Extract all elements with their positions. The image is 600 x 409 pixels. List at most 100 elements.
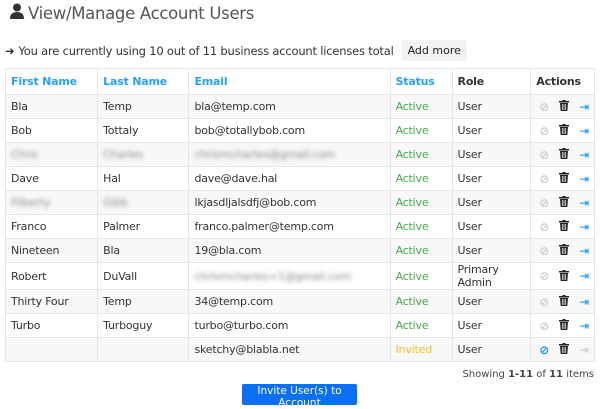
first-name-cell: Dave [4, 166, 99, 191]
invite-users-button[interactable]: Invite User(s) to Account [242, 384, 357, 409]
title-text: View/Manage Account Users [28, 3, 255, 23]
actions-cell: ⊘ ⇥ [530, 214, 595, 239]
status-badge: Active [389, 262, 453, 290]
trash-icon[interactable] [559, 244, 570, 257]
trash-icon[interactable] [559, 124, 570, 137]
disable-icon[interactable]: ⊘ [539, 270, 549, 282]
table-row: Dave Hal dave@dave.hal Active User ⊘ ⇥ [4, 166, 595, 191]
first-name-cell: Turbo [4, 313, 99, 338]
login-as-icon[interactable]: ⇥ [579, 344, 589, 356]
role-cell: User [451, 190, 532, 215]
actions-cell: ⊘ ⇥ [530, 166, 595, 191]
email-cell: franco.palmer@temp.com [188, 214, 391, 239]
first-name-cell: Thirty Four [4, 289, 99, 314]
first-name-cell: Bla [4, 94, 99, 119]
trash-icon[interactable] [559, 220, 570, 233]
table-row: Thirty Four Temp 34@temp.com Active User ⊘ ⇥ [4, 289, 595, 314]
login-as-icon[interactable]: ⇥ [579, 101, 589, 113]
email-cell: dave@dave.hal [188, 166, 391, 191]
status-badge: Active [389, 313, 453, 338]
login-as-icon[interactable]: ⇥ [579, 296, 589, 308]
disable-icon[interactable]: ⊘ [539, 173, 549, 185]
disable-icon[interactable]: ⊘ [539, 296, 549, 308]
login-as-icon[interactable]: ⇥ [579, 173, 589, 185]
table-row: Filberty Gibb lkjasdljalsdfj@bob.com Active… [4, 190, 595, 215]
last-name-cell: Temp [97, 94, 190, 119]
table-row: sketchy@blabla.net Invited User ⊘ ⇥ [4, 337, 595, 362]
col-actions: Actions [530, 68, 595, 95]
status-badge: Active [389, 166, 453, 191]
first-name-cell [4, 337, 99, 362]
last-name-cell: Temp [97, 289, 190, 314]
status-badge: Active [389, 94, 453, 119]
trash-icon[interactable] [559, 196, 570, 209]
login-as-icon[interactable]: ⇥ [579, 320, 589, 332]
email-cell: lkjasdljalsdfj@bob.com [188, 190, 391, 215]
col-last-name[interactable]: Last Name [97, 68, 190, 95]
first-name-cell: Bob [4, 118, 99, 143]
last-name-cell: Turboguy [97, 313, 190, 338]
trash-icon[interactable] [559, 100, 570, 113]
login-as-icon[interactable]: ⇥ [579, 149, 589, 161]
role-cell: User [451, 313, 532, 338]
col-first-name[interactable]: First Name [4, 68, 99, 95]
disable-icon[interactable]: ⊘ [539, 221, 549, 233]
actions-cell: ⊘ ⇥ [530, 313, 595, 338]
table-row: Turbo Turboguy turbo@turbo.com Active User ⊘… [4, 313, 595, 338]
disable-icon[interactable]: ⊘ [539, 344, 549, 356]
role-cell: Primary Admin [451, 262, 532, 290]
login-as-icon[interactable]: ⇥ [579, 125, 589, 137]
trash-icon[interactable] [559, 319, 570, 332]
email-cell: chrismcharles@gmail.com [188, 142, 391, 167]
login-as-icon[interactable]: ⇥ [579, 270, 589, 282]
col-status[interactable]: Status [389, 68, 453, 95]
actions-cell: ⊘ ⇥ [530, 262, 595, 290]
first-name-cell: Chris [4, 142, 99, 167]
login-as-icon[interactable]: ⇥ [579, 197, 589, 209]
actions-cell: ⊘ ⇥ [530, 337, 595, 362]
col-email[interactable]: Email [188, 68, 391, 95]
add-more-button[interactable]: Add more [401, 40, 467, 61]
disable-icon[interactable]: ⊘ [539, 101, 549, 113]
trash-icon[interactable] [559, 343, 570, 356]
email-cell: chrismcharles+1@gmail.com [188, 262, 391, 290]
first-name-cell: Robert [4, 262, 99, 290]
login-as-icon[interactable]: ⇥ [579, 245, 589, 257]
last-name-cell [97, 337, 190, 362]
license-info: ➜ You are currently using 10 out of 11 b… [5, 40, 467, 61]
status-badge: Active [389, 142, 453, 167]
status-badge: Active [389, 118, 453, 143]
actions-cell: ⊘ ⇥ [530, 118, 595, 143]
actions-cell: ⊘ ⇥ [530, 190, 595, 215]
trash-icon[interactable] [559, 269, 570, 283]
pagination-summary: Showing 1-11 of 11 items [462, 369, 594, 380]
status-badge: Active [389, 238, 453, 263]
table-row: Franco Palmer franco.palmer@temp.com Active… [4, 214, 595, 239]
user-icon [10, 3, 24, 23]
disable-icon[interactable]: ⊘ [539, 320, 549, 332]
first-name-cell: Filberty [4, 190, 99, 215]
table-row: Robert DuVall chrismcharles+1@gmail.com Act… [4, 262, 595, 290]
trash-icon[interactable] [559, 172, 570, 185]
trash-icon[interactable] [559, 148, 570, 161]
disable-icon[interactable]: ⊘ [539, 245, 549, 257]
actions-cell: ⊘ ⇥ [530, 142, 595, 167]
email-cell: turbo@turbo.com [188, 313, 391, 338]
trash-icon[interactable] [559, 295, 570, 308]
first-name-cell: Franco [4, 214, 99, 239]
actions-cell: ⊘ ⇥ [530, 94, 595, 119]
actions-cell: ⊘ ⇥ [530, 289, 595, 314]
email-cell: 34@temp.com [188, 289, 391, 314]
email-cell: sketchy@blabla.net [188, 337, 391, 362]
email-cell: bla@temp.com [188, 94, 391, 119]
disable-icon[interactable]: ⊘ [539, 149, 549, 161]
table-row: Bob Tottaly bob@totallybob.com Active User ⊘… [4, 118, 595, 143]
login-as-icon[interactable]: ⇥ [579, 221, 589, 233]
status-badge: Active [389, 214, 453, 239]
last-name-cell: Charles [97, 142, 190, 167]
disable-icon[interactable]: ⊘ [539, 125, 549, 137]
status-badge: Active [389, 289, 453, 314]
disable-icon[interactable]: ⊘ [539, 197, 549, 209]
actions-cell: ⊘ ⇥ [530, 238, 595, 263]
last-name-cell: Gibb [97, 190, 190, 215]
